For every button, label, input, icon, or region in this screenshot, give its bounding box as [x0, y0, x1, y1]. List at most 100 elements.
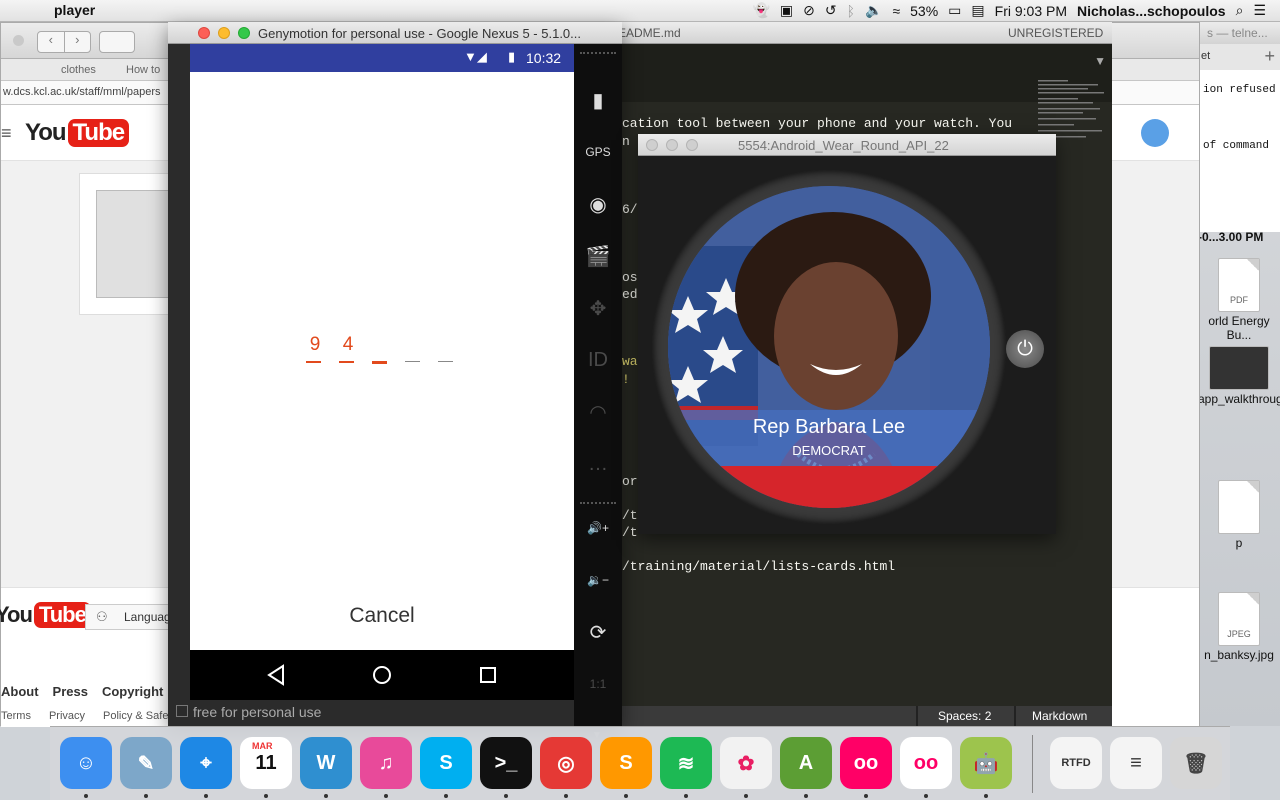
forward-icon[interactable]: ›: [65, 32, 91, 52]
battery-icon[interactable]: ▭: [948, 2, 961, 19]
bookmark-item[interactable]: clothes: [61, 64, 96, 76]
rtfd-file-icon[interactable]: RTFD: [1050, 737, 1102, 789]
document-file-icon: [1218, 480, 1260, 534]
code-line: /training/material/lists-cards.html: [622, 559, 896, 574]
sidebar-toggle-icon[interactable]: [99, 31, 135, 53]
document-icon[interactable]: ≡: [1110, 737, 1162, 789]
battery-icon[interactable]: ▮: [574, 80, 622, 120]
volume-icon[interactable]: 🔈: [865, 2, 882, 19]
battery-percent[interactable]: 53%: [910, 3, 938, 19]
webcam-icon[interactable]: ◉: [574, 184, 622, 224]
running-indicator: [744, 794, 748, 798]
zoom-icon[interactable]: [686, 139, 698, 151]
android-studio-icon[interactable]: A: [780, 737, 832, 789]
cancel-button[interactable]: Cancel: [190, 604, 574, 628]
wear-emulator-window: 5554:Android_Wear_Round_API_22 Rep Barba…: [638, 134, 1056, 534]
url-text: w.dcs.kcl.ac.uk/staff/mml/papers: [3, 86, 161, 98]
footer-link[interactable]: Press: [53, 684, 88, 699]
spotlight-icon[interactable]: ⌕: [1236, 2, 1244, 19]
pin-slot: [438, 334, 456, 362]
tab-dropdown-icon[interactable]: ▼: [1094, 54, 1106, 68]
desktop-file-video[interactable]: app_walkthrough: [1198, 346, 1280, 406]
itunes-icon[interactable]: ♫: [360, 737, 412, 789]
desktop-file-doc[interactable]: p: [1198, 480, 1280, 550]
desktop-file-pdf[interactable]: PDF orld Energy Bu...: [1198, 258, 1280, 342]
ghost-icon[interactable]: 👻: [752, 2, 769, 19]
notification-center-icon[interactable]: ☰: [1253, 2, 1266, 19]
terminal-icon[interactable]: >_: [480, 737, 532, 789]
watch-face[interactable]: Rep Barbara Lee DEMOCRAT: [668, 186, 990, 508]
pin-underline: [438, 361, 453, 362]
close-icon[interactable]: [198, 27, 210, 39]
sync-icon[interactable]: ⊘: [803, 2, 815, 19]
network-icon[interactable]: ◠: [574, 392, 622, 432]
bluetooth-icon[interactable]: ᛒ: [847, 3, 855, 19]
photos-icon[interactable]: ✿: [720, 737, 772, 789]
footer-link[interactable]: Privacy: [49, 710, 85, 722]
home-icon[interactable]: [372, 665, 392, 685]
power-button[interactable]: ⏻: [1006, 330, 1044, 368]
screencast-icon[interactable]: 🎬: [574, 236, 622, 276]
dpad-icon[interactable]: ✥: [574, 288, 622, 328]
indent-setting[interactable]: Spaces: 2: [938, 709, 991, 723]
minimize-icon[interactable]: [218, 27, 230, 39]
preview-icon[interactable]: ✎: [120, 737, 172, 789]
app-menu-name[interactable]: player: [54, 2, 95, 18]
footer-youtube-logo[interactable]: YouTube: [0, 602, 91, 628]
chrome-icon[interactable]: ◎: [540, 737, 592, 789]
terminal-line: of command: [1203, 140, 1270, 152]
time-machine-icon[interactable]: ↺: [825, 2, 837, 19]
word-icon[interactable]: W: [300, 737, 352, 789]
recents-icon[interactable]: [479, 666, 497, 684]
input-flag-icon[interactable]: ▤: [971, 2, 984, 19]
back-icon[interactable]: ‹: [38, 32, 65, 52]
avatar[interactable]: [1141, 119, 1169, 147]
footer-link[interactable]: Terms: [1, 710, 31, 722]
volume-down-icon[interactable]: 🔉−: [574, 560, 622, 600]
pixel-perfect-icon[interactable]: 1:1: [574, 664, 622, 704]
syntax-setting[interactable]: Markdown: [1032, 709, 1087, 723]
clock[interactable]: Fri 9:03 PM: [995, 3, 1067, 19]
expand-icon[interactable]: [176, 705, 188, 717]
footer-link[interactable]: Policy & Safet: [103, 710, 171, 722]
file-label: p: [1235, 536, 1243, 550]
footer-link[interactable]: Copyright: [102, 684, 163, 699]
hamburger-icon[interactable]: ≡: [1, 123, 12, 144]
finder-icon[interactable]: ☺: [60, 737, 112, 789]
close-icon[interactable]: [646, 139, 658, 151]
terminal-tab-label: et: [1201, 50, 1211, 62]
minimize-icon[interactable]: [666, 139, 678, 151]
calendar-month: MAR: [252, 741, 273, 751]
safari-icon[interactable]: ⌖: [180, 737, 232, 789]
language-label: Languag: [124, 610, 171, 624]
wifi-icon[interactable]: ≈: [892, 3, 900, 19]
trash-icon[interactable]: 🗑: [1170, 737, 1222, 789]
window-title: Genymotion for personal use - Google Nex…: [258, 26, 582, 41]
terminal-tab[interactable]: et +: [1199, 44, 1280, 70]
youtube-logo[interactable]: You Tube: [25, 119, 130, 147]
running-indicator: [384, 794, 388, 798]
code-line: /t: [622, 508, 638, 523]
spotify-icon[interactable]: ≋: [660, 737, 712, 789]
desktop-file-jpeg[interactable]: JPEG n_banksy.jpg: [1198, 592, 1280, 662]
adobe-icon[interactable]: ▣: [780, 2, 793, 19]
zoom-icon[interactable]: [238, 27, 250, 39]
flickr-icon-1[interactable]: oo: [840, 737, 892, 789]
bookmark-item[interactable]: How to: [126, 64, 160, 76]
new-tab-icon[interactable]: +: [1264, 46, 1275, 67]
android-icon[interactable]: 🤖: [960, 737, 1012, 789]
flickr-icon-2[interactable]: oo: [900, 737, 952, 789]
user-name[interactable]: Nicholas...schopoulos: [1077, 3, 1226, 19]
identifiers-icon[interactable]: ID: [574, 340, 622, 380]
back-icon[interactable]: [266, 664, 286, 686]
skype-icon[interactable]: S: [420, 737, 472, 789]
rotate-icon[interactable]: ⟳: [574, 612, 622, 652]
sublime-icon[interactable]: S: [600, 737, 652, 789]
sms-icon[interactable]: …: [574, 444, 622, 484]
language-button[interactable]: ⚇ Languag: [85, 604, 175, 630]
close-icon[interactable]: [13, 35, 24, 46]
footer-link[interactable]: About: [1, 684, 39, 699]
gps-icon[interactable]: GPS: [574, 132, 622, 172]
genymotion-titlebar: Genymotion for personal use - Google Nex…: [168, 22, 622, 44]
volume-up-icon[interactable]: 🔊+: [574, 508, 622, 548]
